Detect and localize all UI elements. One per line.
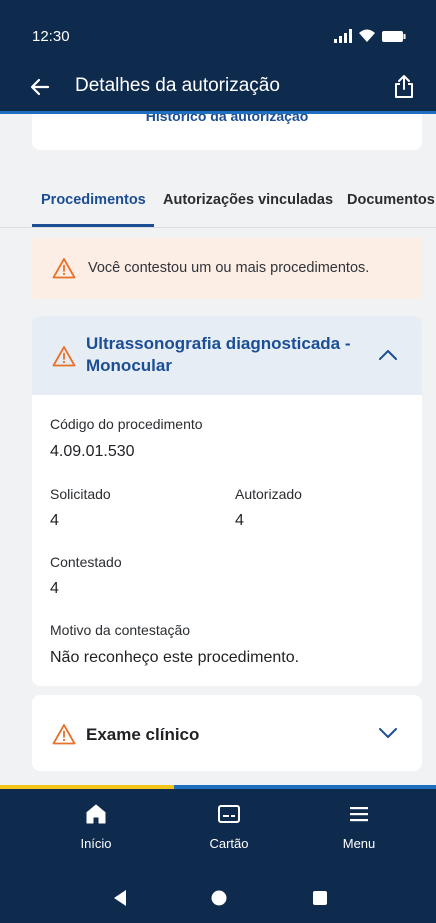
status-time: 12:30: [32, 28, 70, 45]
procedure-card-collapsed[interactable]: Exame clínico: [32, 695, 422, 771]
system-home-icon[interactable]: [210, 889, 228, 907]
code-value: 4.09.01.530: [50, 443, 135, 460]
chevron-up-icon[interactable]: [378, 349, 398, 361]
reason-label: Motivo da contestação: [50, 622, 191, 638]
warning-icon: [52, 258, 76, 279]
wifi-icon: [359, 29, 375, 42]
nav-item-label: Início: [80, 836, 112, 851]
reason-value: Não reconheço este procedimento.: [50, 649, 300, 666]
nav-item-cartao[interactable]: Cartão: [179, 803, 279, 851]
authorized-label: Autorizado: [235, 486, 302, 502]
content-area[interactable]: Histórico da autorização Procedimentos A…: [0, 114, 436, 785]
chevron-down-icon[interactable]: [378, 727, 398, 739]
system-recents-icon[interactable]: [312, 889, 328, 907]
contest-alert: Você contestou um ou mais procedimentos.: [32, 238, 422, 299]
card-icon: [218, 805, 240, 823]
warning-icon: [52, 346, 76, 367]
tab-procedimentos[interactable]: Procedimentos: [41, 192, 146, 208]
warning-icon: [52, 724, 76, 745]
history-card: Histórico da autorização: [32, 114, 422, 150]
nav-item-menu[interactable]: Menu: [309, 803, 409, 851]
system-navigation-bar: [0, 873, 436, 923]
status-bar: 12:30: [0, 0, 436, 62]
history-link[interactable]: Histórico da autorização: [32, 114, 422, 124]
back-arrow-icon[interactable]: [28, 75, 52, 99]
tab-bar: Procedimentos Autorizações vinculadas Do…: [0, 188, 436, 228]
requested-value: 4: [50, 512, 59, 529]
status-icons: [334, 29, 406, 43]
app-bar: Detalhes da autorização: [0, 62, 436, 114]
procedure-card-header[interactable]: Ultrassonografia diagnosticada - Monocul…: [32, 316, 422, 395]
bottom-navigation: Início Cartão Menu: [0, 789, 436, 873]
battery-icon: [382, 30, 406, 42]
code-label: Código do procedimento: [50, 416, 203, 432]
requested-label: Solicitado: [50, 486, 111, 502]
home-icon: [86, 804, 106, 824]
nav-item-label: Cartão: [209, 836, 249, 851]
procedure-title: Ultrassonografia diagnosticada - Monocul…: [86, 334, 351, 375]
share-icon[interactable]: [392, 73, 416, 99]
authorized-value: 4: [235, 512, 244, 529]
nav-item-label: Menu: [342, 836, 376, 851]
procedure-title: Exame clínico: [86, 725, 200, 744]
nav-item-inicio[interactable]: Início: [46, 803, 146, 851]
tab-documentos[interactable]: Documentos: [347, 192, 435, 208]
system-back-icon[interactable]: [112, 889, 128, 907]
contested-label: Contestado: [50, 554, 122, 570]
page-title: Detalhes da autorização: [75, 75, 280, 96]
menu-icon: [350, 807, 368, 822]
active-tab-indicator: [32, 224, 154, 227]
alert-text: Você contestou um ou mais procedimentos.: [88, 260, 370, 276]
contested-value: 4: [50, 580, 59, 597]
tab-autorizacoes-vinculadas[interactable]: Autorizações vinculadas: [163, 192, 333, 208]
signal-icon: [334, 29, 352, 43]
procedure-card: Ultrassonografia diagnosticada - Monocul…: [32, 316, 422, 686]
